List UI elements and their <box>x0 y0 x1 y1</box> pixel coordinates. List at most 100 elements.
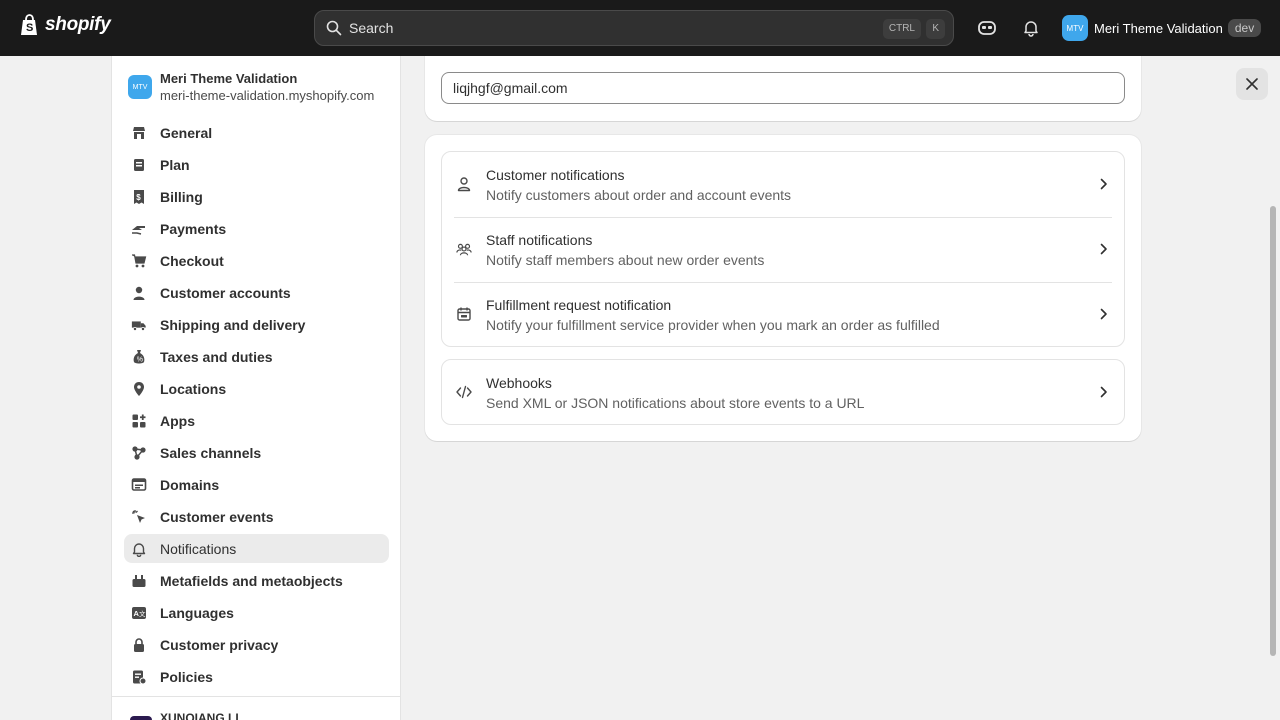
sidebar-item-locations[interactable]: Locations <box>124 374 389 403</box>
close-button[interactable] <box>1236 68 1268 100</box>
payments-icon <box>131 221 147 237</box>
sidekick-icon <box>978 21 996 35</box>
settings-nav: General Plan $ Billing Payments Checkout… <box>124 118 389 694</box>
sidebar-item-customer-events[interactable]: Customer events <box>124 502 389 531</box>
row-title: Customer notifications <box>486 166 625 183</box>
sidebar-item-customer-accounts[interactable]: Customer accounts <box>124 278 389 307</box>
apps-icon <box>131 413 147 429</box>
chevron-right-icon <box>1098 177 1110 191</box>
row-description: Send XML or JSON notifications about sto… <box>486 394 865 411</box>
shopify-logo[interactable]: S shopify <box>20 14 111 36</box>
shopify-bag-icon: S <box>21 14 37 35</box>
customer-notifications-row[interactable]: Customer notifications Notify customers … <box>442 152 1124 217</box>
row-description: Notify staff members about new order eve… <box>486 251 765 268</box>
person-icon <box>456 176 472 192</box>
row-title: Webhooks <box>486 374 552 391</box>
chevron-right-icon <box>1098 307 1110 321</box>
top-bar: S shopify Search CTRL K MTV Meri Theme V… <box>0 0 1280 56</box>
shortcut-k: K <box>926 19 945 39</box>
sidebar-item-label: Billing <box>160 188 203 205</box>
sidebar-item-label: Notifications <box>160 540 237 557</box>
sidebar-item-label: Sales channels <box>160 444 262 461</box>
sidebar-item-checkout[interactable]: Checkout <box>124 246 389 275</box>
person-icon <box>131 285 147 301</box>
row-title: Fulfillment request notification <box>486 296 672 313</box>
truck-icon <box>131 317 147 333</box>
sidebar-item-label: Apps <box>160 412 195 429</box>
sender-email-field[interactable]: liqjhgf@gmail.com <box>441 72 1125 104</box>
svg-text:$: $ <box>136 193 141 202</box>
store-avatar: MTV <box>1062 15 1088 41</box>
search-icon <box>326 20 342 36</box>
chevron-right-icon <box>1098 242 1110 256</box>
sidebar-item-payments[interactable]: Payments <box>124 214 389 243</box>
sidebar-item-billing[interactable]: $ Billing <box>124 182 389 211</box>
sidebar-item-domains[interactable]: Domains <box>124 470 389 499</box>
sidebar-store-url: meri-theme-validation.myshopify.com <box>160 88 375 103</box>
sidebar-item-shipping[interactable]: Shipping and delivery <box>124 310 389 339</box>
notifications-button[interactable] <box>1019 16 1043 40</box>
sidebar-item-label: Shipping and delivery <box>160 316 306 333</box>
sidebar-store-header[interactable]: MTV Meri Theme Validation meri-theme-val… <box>128 70 374 105</box>
sidebar-store-avatar: MTV <box>128 75 152 99</box>
search-placeholder: Search <box>349 20 394 36</box>
store-name: Meri Theme Validation <box>1094 20 1223 36</box>
chevron-right-icon <box>1098 385 1110 399</box>
sender-email-value: liqjhgf@gmail.com <box>453 80 568 96</box>
sidebar-item-apps[interactable]: Apps <box>124 406 389 435</box>
sidebar-item-label: Customer privacy <box>160 636 279 653</box>
sidebar-item-taxes[interactable]: % Taxes and duties <box>124 342 389 371</box>
policies-icon <box>131 669 147 685</box>
sidebar-store-name: Meri Theme Validation <box>160 71 298 86</box>
sidebar-item-label: Payments <box>160 220 227 237</box>
sidebar-item-label: Languages <box>160 604 234 621</box>
fulfillment-request-notification-row[interactable]: Fulfillment request notification Notify … <box>442 282 1124 347</box>
store-menu-button[interactable]: MTV Meri Theme Validation dev <box>1062 15 1262 41</box>
settings-sidebar: MTV Meri Theme Validation meri-theme-val… <box>111 56 401 720</box>
languages-icon: A文 <box>131 605 147 621</box>
sidebar-item-notifications[interactable]: Notifications <box>124 534 389 563</box>
row-description: Notify customers about order and account… <box>486 186 792 203</box>
scrollbar[interactable] <box>1270 206 1276 656</box>
search-bar[interactable]: Search CTRL K <box>314 10 954 46</box>
sidebar-item-policies[interactable]: Policies <box>124 662 389 691</box>
sender-email-card: liqjhgf@gmail.com <box>425 56 1141 121</box>
staff-notifications-row[interactable]: Staff notifications Notify staff members… <box>442 217 1124 282</box>
webhooks-row[interactable]: Webhooks Send XML or JSON notifications … <box>442 360 1124 425</box>
svg-text:%: % <box>137 356 143 363</box>
sidebar-item-plan[interactable]: Plan <box>124 150 389 179</box>
notification-list: Customer notifications Notify customers … <box>441 151 1125 347</box>
billing-icon: $ <box>131 189 147 205</box>
sidebar-user-name[interactable]: XUNQIANG LI <box>160 711 239 720</box>
sidekick-button[interactable] <box>975 16 999 40</box>
location-icon <box>131 381 147 397</box>
lock-icon <box>131 637 147 653</box>
row-title: Staff notifications <box>486 231 593 248</box>
events-icon <box>131 509 147 525</box>
plan-icon <box>131 157 147 173</box>
metafields-icon <box>131 573 147 589</box>
svg-text:S: S <box>26 22 33 34</box>
cart-icon <box>131 253 147 269</box>
bell-icon <box>131 541 147 557</box>
bell-icon <box>1024 21 1038 37</box>
webhooks-section: Webhooks Send XML or JSON notifications … <box>441 359 1125 425</box>
sidebar-item-label: Taxes and duties <box>160 348 273 365</box>
people-icon <box>456 241 472 257</box>
close-icon <box>1246 78 1258 90</box>
sidebar-item-label: Metafields and metaobjects <box>160 572 343 589</box>
sidebar-item-sales-channels[interactable]: Sales channels <box>124 438 389 467</box>
sidebar-item-label: Customer accounts <box>160 284 291 301</box>
sidebar-item-languages[interactable]: A文 Languages <box>124 598 389 627</box>
logo-text: shopify <box>45 14 111 35</box>
sidebar-item-label: Locations <box>160 380 227 397</box>
dev-badge: dev <box>1227 19 1262 37</box>
store-icon <box>131 125 147 141</box>
sidebar-item-label: Domains <box>160 476 220 493</box>
sidebar-item-label: Policies <box>160 668 213 685</box>
notifications-card: Customer notifications Notify customers … <box>425 135 1141 441</box>
sidebar-item-general[interactable]: General <box>124 118 389 147</box>
sidebar-item-customer-privacy[interactable]: Customer privacy <box>124 630 389 659</box>
sidebar-item-label: General <box>160 124 213 141</box>
sidebar-item-metafields[interactable]: Metafields and metaobjects <box>124 566 389 595</box>
